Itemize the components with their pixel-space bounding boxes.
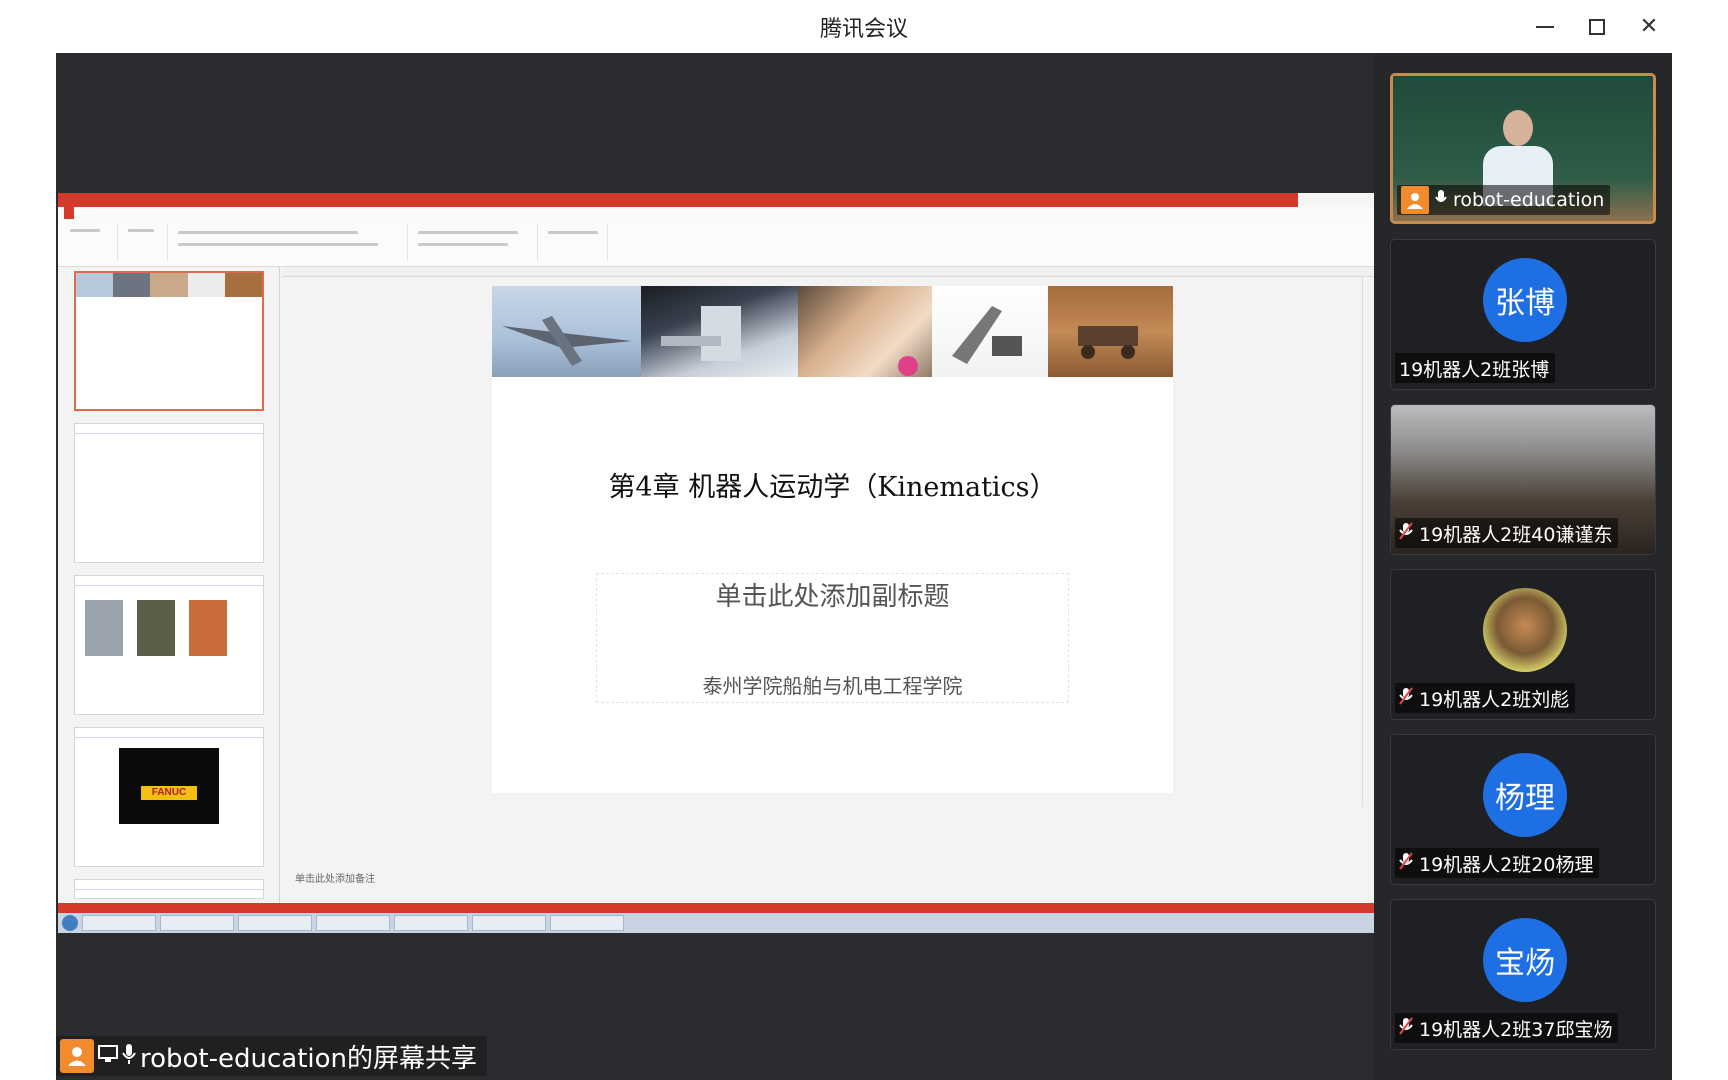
- participant-name: 19机器人2班37邱宝炀: [1419, 1018, 1613, 1041]
- participant-avatar: 杨理: [1483, 753, 1567, 837]
- mic-icon: [1435, 189, 1447, 211]
- user-avatar-icon: [60, 1039, 94, 1073]
- mic-muted-icon: [1399, 522, 1413, 544]
- participant-name-tag: 19机器人2班37邱宝炀: [1395, 1013, 1619, 1043]
- participant-name-tag: 19机器人2班刘彪: [1395, 683, 1576, 713]
- slide-thumbnails: FANUC: [58, 267, 280, 903]
- taskbar-item: [316, 915, 390, 931]
- minimize-icon[interactable]: [1532, 14, 1558, 40]
- mic-muted-icon: [1399, 1017, 1413, 1039]
- slide-title: 第4章 机器人运动学（Kinematics）: [608, 472, 1057, 503]
- ppt-ribbon: [58, 219, 1374, 267]
- participant-avatar: 张博: [1483, 258, 1567, 342]
- participant-tile[interactable]: robot-education: [1390, 73, 1656, 224]
- participant-name-tag: robot-education: [1397, 185, 1611, 215]
- title-bar: 腾讯会议 ✕: [56, 0, 1672, 53]
- participant-name: 19机器人2班20杨理: [1419, 853, 1594, 876]
- ppt-file-tab: [64, 207, 74, 219]
- shared-screen[interactable]: FANUC 第4章 机器人运动学（Kinematics） 单击此处添加副标题 泰…: [58, 193, 1374, 933]
- participant-tile[interactable]: 张博 19机器人2班张博: [1390, 239, 1656, 390]
- participant-tile[interactable]: 19机器人2班40谦谨东: [1390, 404, 1656, 555]
- taskbar-item: [238, 915, 312, 931]
- participant-name: 19机器人2班张博: [1399, 358, 1550, 381]
- space-robot-image: [641, 286, 798, 377]
- participant-name: robot-education: [1453, 189, 1605, 211]
- ppt-status-bar: [58, 903, 1374, 913]
- window-title: 腾讯会议: [819, 16, 908, 42]
- mic-muted-icon: [1399, 852, 1413, 874]
- maximize-icon[interactable]: [1584, 14, 1610, 40]
- ppt-window-controls: [1298, 193, 1374, 207]
- slide-thumbnail-5[interactable]: [74, 879, 264, 899]
- participant-name: 19机器人2班刘彪: [1419, 688, 1570, 711]
- screen-share-label: robot-education的屏幕共享: [56, 1036, 488, 1076]
- close-icon[interactable]: ✕: [1636, 14, 1662, 40]
- current-slide[interactable]: 第4章 机器人运动学（Kinematics） 单击此处添加副标题 泰州学院船舶与…: [492, 286, 1173, 793]
- fanuc-logo: FANUC: [119, 748, 219, 824]
- taskbar-item: [550, 915, 624, 931]
- windows-taskbar: [58, 913, 1374, 933]
- participant-avatar-photo: [1483, 588, 1567, 672]
- participant-tile[interactable]: 19机器人2班刘彪: [1390, 569, 1656, 720]
- taskbar-item: [160, 915, 234, 931]
- slide-thumbnail-2[interactable]: [74, 423, 264, 563]
- slide-subtitle: 单击此处添加副标题: [715, 582, 950, 612]
- notes-placeholder: 单击此处添加备注: [295, 874, 375, 885]
- participant-name: 19机器人2班40谦谨东: [1419, 523, 1613, 546]
- slide-scrollbar: [1362, 277, 1370, 807]
- window-controls: ✕: [1532, 0, 1662, 53]
- robot-arm-image: [932, 286, 1048, 377]
- robot-pet-image: [798, 286, 932, 377]
- taskbar-item: [82, 915, 156, 931]
- participant-name-tag: 19机器人2班40谦谨东: [1395, 518, 1619, 548]
- ppt-ruler: [283, 267, 1373, 277]
- taskbar-item: [394, 915, 468, 931]
- participant-tile[interactable]: 杨理 19机器人2班20杨理: [1390, 734, 1656, 885]
- shared-screen-stage: FANUC 第4章 机器人运动学（Kinematics） 单击此处添加副标题 泰…: [56, 53, 1374, 1080]
- slide-thumbnail-4[interactable]: FANUC: [74, 727, 264, 867]
- ppt-ribbon-tabs: [58, 207, 1374, 219]
- participant-name-tag: 19机器人2班20杨理: [1395, 848, 1600, 878]
- mars-rover-image: [1048, 286, 1173, 377]
- drone-image: [492, 286, 641, 377]
- user-avatar-icon: [1401, 186, 1429, 214]
- participant-avatar: 宝炀: [1483, 918, 1567, 1002]
- ppt-title-bar: [58, 193, 1298, 207]
- screen-share-text: robot-education的屏幕共享: [140, 1043, 478, 1074]
- slide-thumbnail-1[interactable]: [74, 271, 264, 411]
- slide-school: 泰州学院船舶与机电工程学院: [702, 674, 963, 698]
- windows-start-icon: [62, 915, 78, 931]
- taskbar-item: [472, 915, 546, 931]
- participant-panel: robot-education 张博 19机器人2班张博 19机器人2班40谦谨…: [1374, 53, 1672, 1080]
- participant-tile[interactable]: 宝炀 19机器人2班37邱宝炀: [1390, 899, 1656, 1050]
- participant-name-tag: 19机器人2班张博: [1395, 353, 1556, 383]
- mic-muted-icon: [1399, 687, 1413, 709]
- slide-thumbnail-3[interactable]: [74, 575, 264, 715]
- meeting-window: 腾讯会议 ✕ FANUC 第4章 机器人运动学（Kinematics） 单击此处…: [56, 0, 1672, 1080]
- mic-icon: [122, 1043, 136, 1070]
- slide-image-strip: [492, 286, 1173, 377]
- screen-share-icon: [98, 1044, 118, 1068]
